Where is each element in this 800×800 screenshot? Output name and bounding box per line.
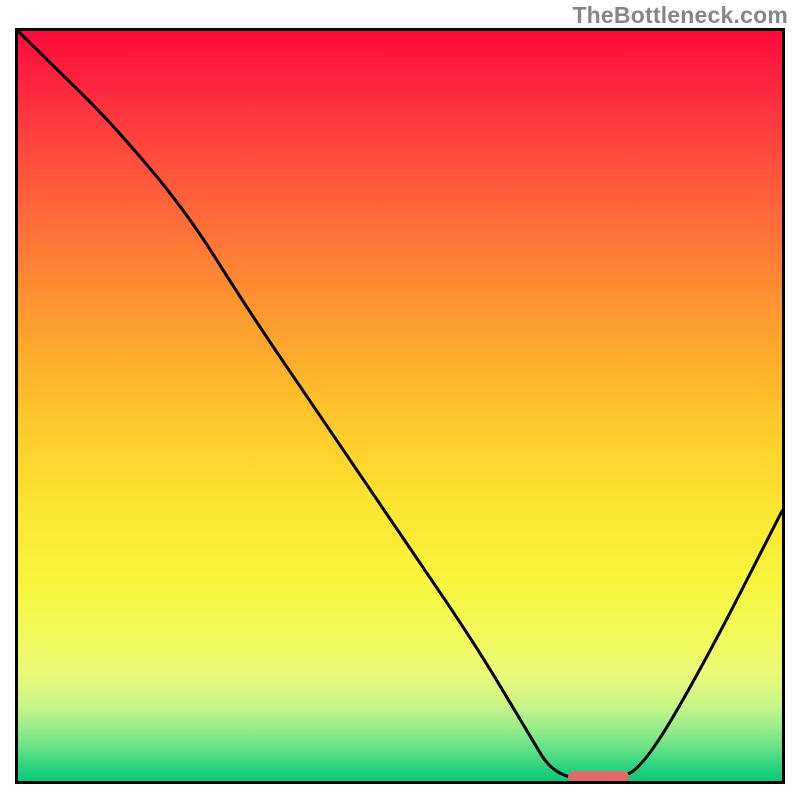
- bottleneck-curve: [18, 31, 782, 781]
- plot-area: [18, 31, 782, 781]
- chart-frame: TheBottleneck.com: [0, 0, 800, 800]
- curve-svg: [18, 31, 782, 781]
- watermark-text: TheBottleneck.com: [572, 2, 788, 29]
- optimal-range-marker: [568, 771, 629, 781]
